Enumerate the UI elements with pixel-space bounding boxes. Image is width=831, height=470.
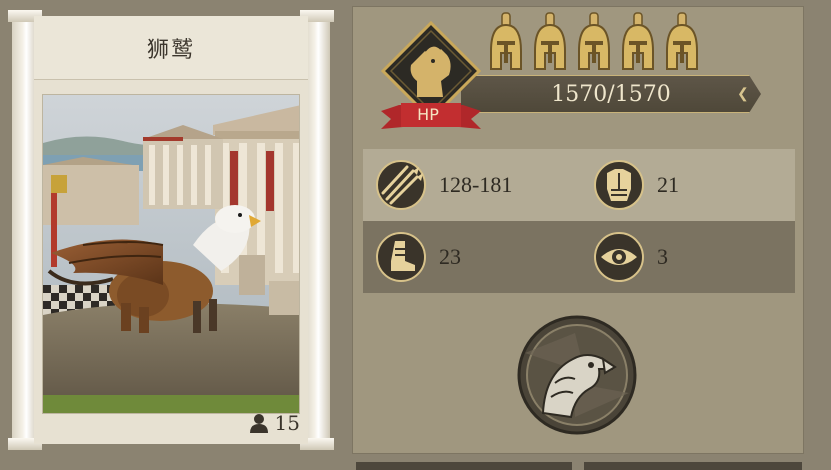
helmet-icon bbox=[622, 12, 654, 70]
armor-icon bbox=[594, 160, 644, 210]
helmet-icon bbox=[578, 12, 610, 70]
population-value: 15 bbox=[274, 411, 300, 435]
armor-stat[interactable]: 21 bbox=[593, 159, 679, 211]
hp-arrow-icon: ❮ bbox=[737, 86, 749, 102]
stats-grid: 128-181 21 23 3 bbox=[363, 149, 795, 295]
boot-icon bbox=[376, 232, 426, 282]
rank-helmets bbox=[487, 11, 701, 75]
unit-name: 狮鹫 bbox=[146, 37, 195, 63]
hp-label: HP bbox=[417, 105, 439, 124]
population-count: 15 bbox=[249, 411, 300, 435]
bottom-tab-left[interactable] bbox=[356, 462, 572, 470]
armor-value: 21 bbox=[657, 172, 679, 197]
unit-card: 狮鹫 15 bbox=[8, 10, 334, 450]
unit-title-band: 狮鹫 bbox=[34, 16, 308, 80]
card-body: 狮鹫 15 bbox=[34, 16, 308, 444]
hp-value: 1570/1570 bbox=[551, 81, 671, 107]
unit-portrait[interactable] bbox=[42, 94, 300, 414]
attack-stat[interactable]: 128-181 bbox=[375, 159, 512, 211]
speed-value: 23 bbox=[439, 244, 461, 269]
griffin-head-icon[interactable] bbox=[515, 313, 639, 437]
person-icon bbox=[249, 414, 268, 433]
helmet-icon bbox=[534, 12, 566, 70]
eye-icon bbox=[594, 232, 644, 282]
speed-stat[interactable]: 23 bbox=[375, 231, 461, 283]
arrows-icon bbox=[376, 160, 426, 210]
attack-value: 128-181 bbox=[439, 172, 513, 197]
helmet-icon bbox=[490, 12, 522, 70]
stats-row-2: 23 3 bbox=[363, 221, 795, 293]
stats-row-1: 128-181 21 bbox=[363, 149, 795, 221]
bottom-tab-right[interactable] bbox=[584, 462, 802, 470]
helmet-icon bbox=[666, 12, 698, 70]
unit-stats-panel: 1570/1570 ❮ HP 128-181 21 23 3 bbox=[352, 6, 804, 454]
griffin-scene-image bbox=[43, 95, 299, 413]
vision-value: 3 bbox=[657, 244, 668, 269]
vision-stat[interactable]: 3 bbox=[593, 231, 668, 283]
